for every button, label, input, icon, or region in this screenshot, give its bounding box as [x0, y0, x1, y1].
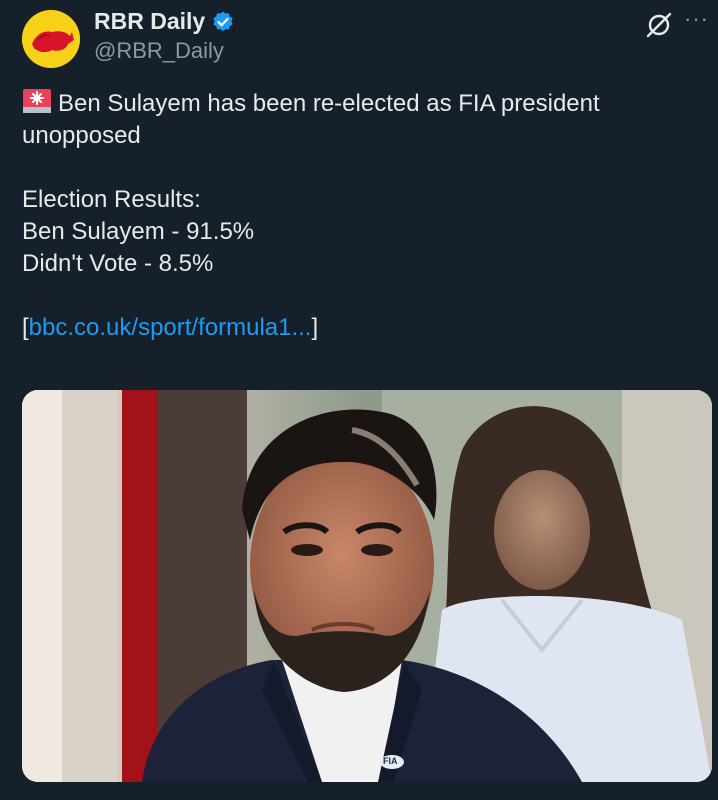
grok-icon[interactable] — [644, 10, 674, 40]
tweet-text: Ben Sulayem has been re-elected as FIA p… — [22, 88, 702, 344]
red-bull-logo-icon — [22, 10, 80, 68]
siren-emoji-icon — [23, 89, 51, 113]
photo-image — [22, 390, 712, 782]
link-line: [bbc.co.uk/sport/formula1...] — [22, 312, 702, 344]
result-ben-sulayem: Ben Sulayem - 91.5% — [22, 218, 255, 245]
results-title: Election Results: — [22, 186, 201, 213]
link-close-bracket: ] — [311, 314, 319, 341]
article-link[interactable]: bbc.co.uk/sport/formula1... — [29, 314, 312, 341]
headline: Ben Sulayem has been re-elected as FIA p… — [22, 88, 702, 120]
fia-pin-badge: FIA — [383, 756, 398, 766]
verified-badge-icon — [213, 11, 233, 31]
author-name-row[interactable]: RBR Daily — [94, 8, 235, 35]
headline-line-2: unopposed — [22, 122, 141, 149]
link-open-bracket: [ — [22, 314, 29, 341]
headline-line-1: Ben Sulayem has been re-elected as FIA p… — [58, 90, 600, 117]
tweet-photo[interactable]: FIA — [22, 390, 712, 782]
result-didnt-vote: Didn't Vote - 8.5% — [22, 250, 214, 277]
author-display-name[interactable]: RBR Daily — [94, 8, 205, 35]
author-handle[interactable]: @RBR_Daily — [94, 38, 224, 64]
more-options-button[interactable]: ··· — [684, 6, 709, 32]
avatar[interactable] — [22, 10, 80, 68]
